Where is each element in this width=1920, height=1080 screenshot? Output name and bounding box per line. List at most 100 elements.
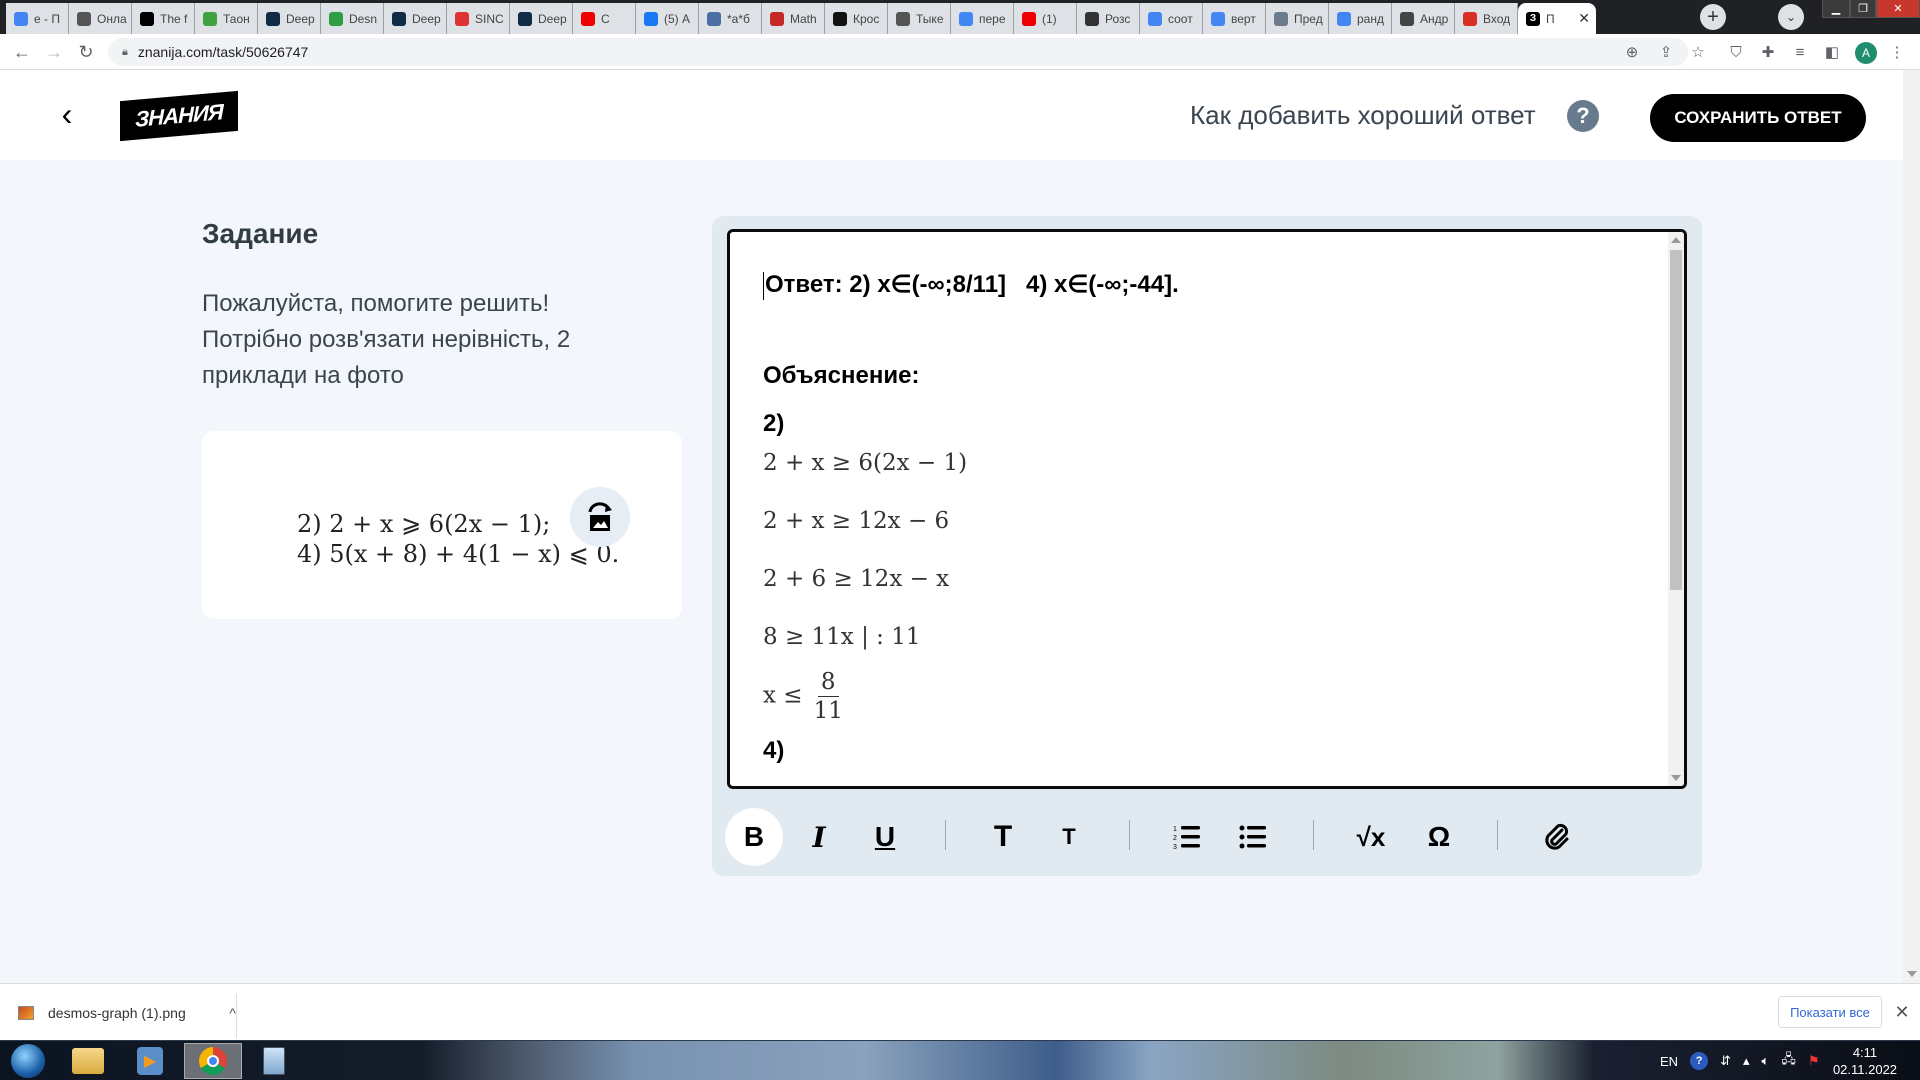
system-clock[interactable]: 4:11 02.11.2022 (1830, 1044, 1900, 1078)
browser-tab[interactable]: Desn (321, 3, 384, 34)
rotate-image-button[interactable] (570, 487, 630, 547)
solution-final-step: x ≤ 8 11 (763, 668, 1643, 725)
page-scrollbar[interactable] (1903, 70, 1920, 983)
reload-icon[interactable]: ↻ (74, 40, 98, 64)
browser-tab[interactable]: Deep (258, 3, 321, 34)
browser-tab[interactable]: С (573, 3, 636, 34)
browser-tab[interactable]: SINC (447, 3, 510, 34)
tab-title: Deep (538, 11, 567, 26)
volume-icon[interactable]: 🔈︎ (1762, 1053, 1770, 1069)
shield-extension-icon[interactable]: ⛉ (1724, 40, 1748, 64)
task-attachment-image[interactable]: 2) 2 + x ⩾ 6(2x − 1); 4) 5(x + 8) + 4(1 … (202, 431, 682, 619)
taskbar-media-player[interactable]: ▶ (124, 1043, 176, 1079)
page-scroll-down-icon[interactable] (1907, 971, 1917, 977)
help-tray-icon[interactable]: ? (1690, 1052, 1709, 1070)
solution-step: 2 + x ≥ 6(2x − 1) (763, 449, 968, 476)
back-arrow-icon[interactable]: ‹ (52, 96, 82, 132)
editor-scrollbar[interactable] (1668, 232, 1684, 786)
restore-button[interactable]: ❐ (1850, 0, 1876, 18)
browser-tab[interactable]: Deep (510, 3, 573, 34)
browser-tab[interactable]: Deep (384, 3, 447, 34)
browser-tab[interactable]: соот (1140, 3, 1203, 34)
network-icon[interactable]: 🖧︎ (1781, 1050, 1796, 1072)
browser-tab[interactable]: пере (951, 3, 1014, 34)
browser-tab[interactable]: (5) А (636, 3, 699, 34)
bullet-list-button[interactable] (1224, 808, 1282, 866)
tab-search-button[interactable]: ⌄ (1778, 4, 1804, 30)
browser-tab[interactable]: The f (132, 3, 195, 34)
underline-button[interactable]: U (856, 808, 914, 866)
taskbar-chrome[interactable] (184, 1043, 242, 1079)
share-icon[interactable]: ⇪ (1654, 40, 1678, 64)
close-download-bar-icon[interactable]: ✕ (1890, 1000, 1914, 1024)
download-bar: desmos-graph (1).png ^ Показати все ✕ (0, 983, 1920, 1040)
show-all-downloads-button[interactable]: Показати все (1778, 996, 1882, 1028)
side-panel-icon[interactable]: ◧ (1820, 40, 1844, 64)
browser-tab[interactable]: верт (1203, 3, 1266, 34)
part-4-label: 4) (763, 736, 785, 764)
browser-tab[interactable]: Крос (825, 3, 888, 34)
profile-avatar[interactable]: A (1855, 42, 1877, 64)
download-item[interactable]: desmos-graph (1).png ^ (18, 996, 236, 1030)
browser-tab[interactable]: Розс (1077, 3, 1140, 34)
heading-small-button[interactable]: T (1040, 808, 1098, 866)
svg-text:1: 1 (1173, 826, 1177, 833)
back-icon[interactable]: ← (10, 40, 34, 64)
browser-tab[interactable]: (1) (1014, 3, 1077, 34)
znanija-logo[interactable]: ЗНАНИЯ (120, 90, 238, 142)
url-text: znanija.com/task/50626747 (137, 44, 309, 60)
browser-tab-active[interactable]: З П ✕ (1518, 3, 1596, 34)
ordered-list-button[interactable]: 1 2 3 (1158, 808, 1216, 866)
formula-button[interactable]: √x (1342, 808, 1400, 866)
network-switch-icon[interactable]: ⇵ (1720, 1053, 1731, 1069)
tab-title: Вход (1483, 11, 1511, 26)
help-question-icon[interactable]: ? (1567, 100, 1599, 132)
bold-button[interactable]: B (725, 808, 783, 866)
how-to-answer-link[interactable]: Как добавить хороший ответ (1190, 100, 1536, 131)
address-bar[interactable]: 🔒︎ znanija.com/task/50626747 (108, 38, 1688, 66)
zoom-icon[interactable]: ⊕ (1620, 40, 1644, 64)
heading-large-button[interactable]: T (974, 808, 1032, 866)
media-player-icon: ▶ (137, 1047, 163, 1075)
tab-title: Розс (1105, 11, 1131, 26)
scroll-up-arrow-icon[interactable] (1671, 237, 1681, 243)
italic-button[interactable]: I (790, 808, 848, 866)
menu-kebab-icon[interactable]: ⋮ (1885, 40, 1909, 64)
editor-scrollbar-thumb[interactable] (1670, 250, 1682, 590)
attach-file-button[interactable] (1528, 808, 1586, 866)
browser-tab[interactable]: Вход (1455, 3, 1518, 34)
show-hidden-icons[interactable]: ▴ (1743, 1053, 1750, 1069)
close-window-button[interactable]: ✕ (1876, 0, 1920, 18)
action-center-flag-icon[interactable]: ⚑ (1808, 1053, 1820, 1069)
close-tab-icon[interactable]: ✕ (1578, 10, 1590, 27)
minimize-button[interactable]: ▁ (1822, 0, 1850, 18)
browser-tab[interactable]: Таон (195, 3, 258, 34)
media-queue-icon[interactable]: ≡ (1788, 40, 1812, 64)
browser-tab[interactable]: ранд (1329, 3, 1392, 34)
answer-text-editor[interactable]: Ответ: 2) x∈(-∞;8/11] 4) x∈(-∞;-44]. Объ… (727, 229, 1687, 789)
start-button[interactable] (2, 1043, 54, 1079)
mathway-icon (770, 11, 784, 26)
magnifier-icon (707, 11, 721, 26)
browser-tab[interactable]: Пред (1266, 3, 1329, 34)
browser-tab[interactable]: *a*б (699, 3, 762, 34)
language-indicator[interactable]: EN (1660, 1054, 1678, 1069)
browser-tab[interactable]: Онла (69, 3, 132, 34)
extensions-puzzle-icon[interactable]: ✚ (1756, 40, 1780, 64)
save-answer-button[interactable]: СОХРАНИТЬ ОТВЕТ (1650, 94, 1866, 142)
taskbar-explorer[interactable] (62, 1043, 114, 1079)
ordered-list-icon: 1 2 3 (1173, 826, 1200, 850)
bookmark-star-icon[interactable]: ☆ (1686, 40, 1710, 64)
tab-title: Desn (349, 11, 378, 26)
browser-tab[interactable]: Тыке (888, 3, 951, 34)
browser-tab[interactable]: Math (762, 3, 825, 34)
browser-tab[interactable]: Андр (1392, 3, 1455, 34)
browser-tab[interactable]: e - П (6, 3, 69, 34)
scroll-down-arrow-icon[interactable] (1671, 775, 1681, 781)
special-symbol-button[interactable]: Ω (1410, 808, 1468, 866)
taskbar-calculator[interactable] (248, 1043, 300, 1079)
new-tab-button[interactable]: + (1700, 4, 1726, 30)
image-file-icon (18, 1006, 34, 1020)
chevron-up-icon[interactable]: ^ (229, 1005, 236, 1021)
forward-icon[interactable]: → (42, 40, 66, 64)
